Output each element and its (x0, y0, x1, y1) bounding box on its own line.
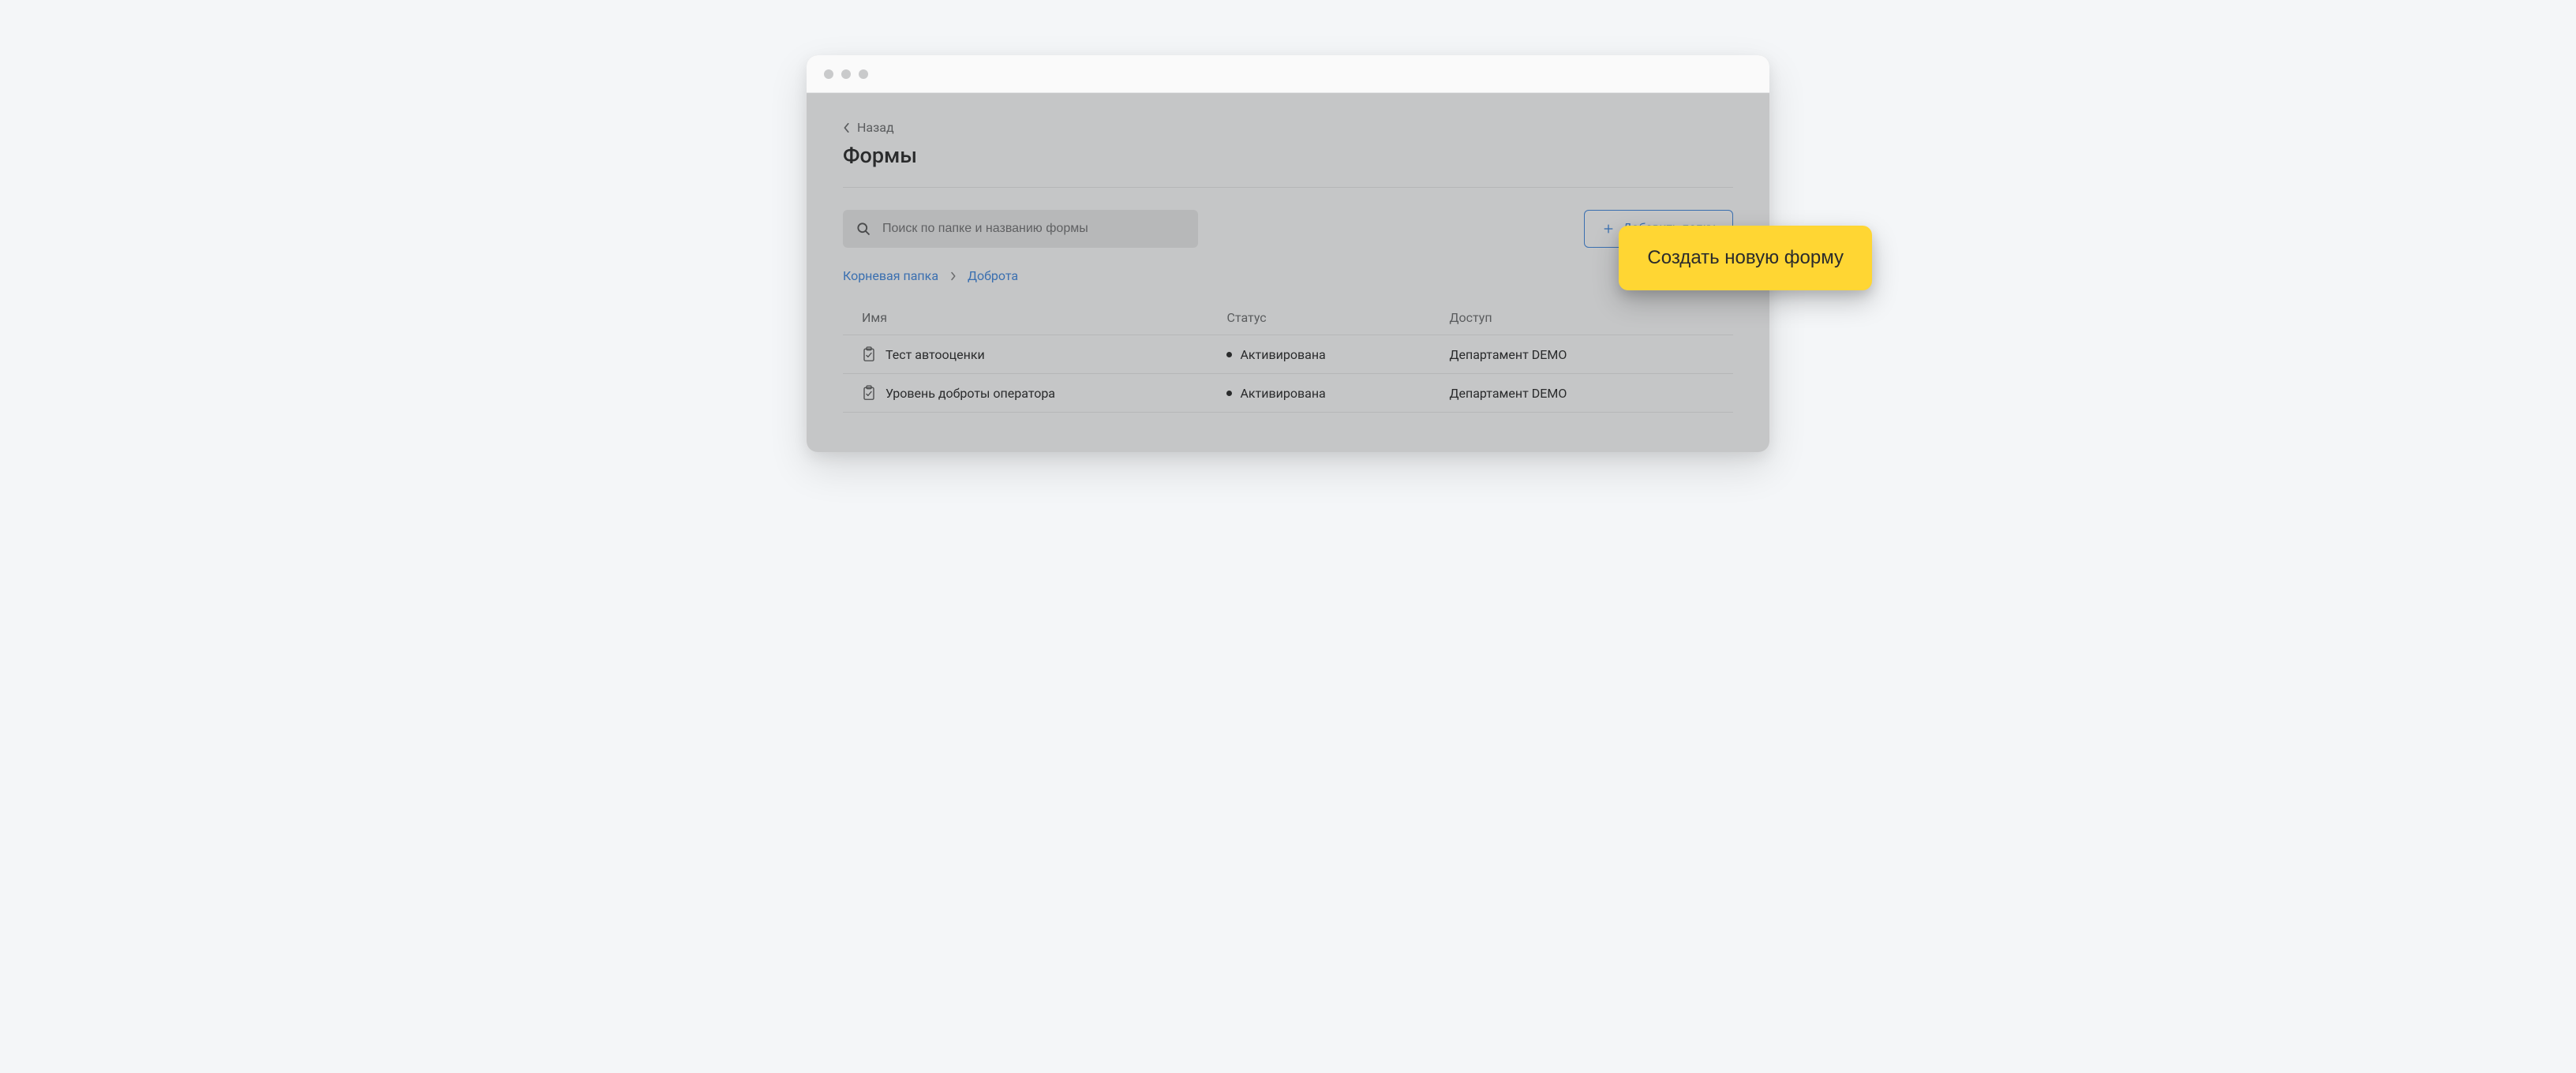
row-name: Уровень доброты оператора (886, 386, 1055, 401)
search-box[interactable] (843, 210, 1198, 248)
row-access: Департамент DEMO (1430, 335, 1733, 374)
page-title: Формы (843, 143, 1733, 168)
forms-table: Имя Статус Доступ Тест автооценки Активир… (843, 301, 1733, 413)
breadcrumb-root[interactable]: Корневая папка (843, 268, 938, 283)
create-form-button[interactable]: Создать новую форму (1619, 226, 1872, 290)
name-cell: Уровень доброты оператора (862, 385, 1201, 401)
clipboard-icon (862, 346, 876, 362)
name-cell: Тест автооценки (862, 346, 1201, 362)
row-status: Активирована (1240, 347, 1325, 362)
back-link[interactable]: Назад (843, 120, 894, 135)
outer-card: Назад Формы Доб (688, 24, 1888, 484)
breadcrumb-current[interactable]: Доброта (968, 268, 1018, 283)
traffic-light-minimize[interactable] (841, 69, 851, 79)
app-window: Назад Формы Доб (807, 55, 1769, 452)
table-row[interactable]: Тест автооценки Активирована Департамент D… (843, 335, 1733, 374)
back-label: Назад (857, 120, 894, 135)
col-header-name: Имя (843, 301, 1208, 335)
clipboard-icon (862, 385, 876, 401)
search-input[interactable] (882, 222, 1185, 236)
traffic-light-maximize[interactable] (859, 69, 868, 79)
row-name: Тест автооценки (886, 347, 985, 362)
status-dot-icon (1226, 352, 1232, 357)
status-dot-icon (1226, 391, 1232, 396)
toolbar: Добавить папку (843, 210, 1733, 248)
chevron-right-icon (949, 271, 957, 281)
row-status: Активирована (1240, 386, 1325, 401)
window-titlebar (807, 55, 1769, 93)
search-icon (856, 221, 871, 237)
status-cell: Активирована (1226, 347, 1424, 362)
row-access: Департамент DEMO (1430, 374, 1733, 413)
breadcrumb: Корневая папка Доброта (843, 268, 1733, 283)
col-header-access: Доступ (1430, 301, 1733, 335)
table-header-row: Имя Статус Доступ (843, 301, 1733, 335)
col-header-status: Статус (1208, 301, 1430, 335)
plus-icon (1602, 222, 1615, 235)
table-row[interactable]: Уровень доброты оператора Активирована Деп… (843, 374, 1733, 413)
traffic-light-close[interactable] (824, 69, 833, 79)
chevron-left-icon (843, 122, 851, 133)
status-cell: Активирована (1226, 386, 1424, 401)
divider (843, 187, 1733, 188)
